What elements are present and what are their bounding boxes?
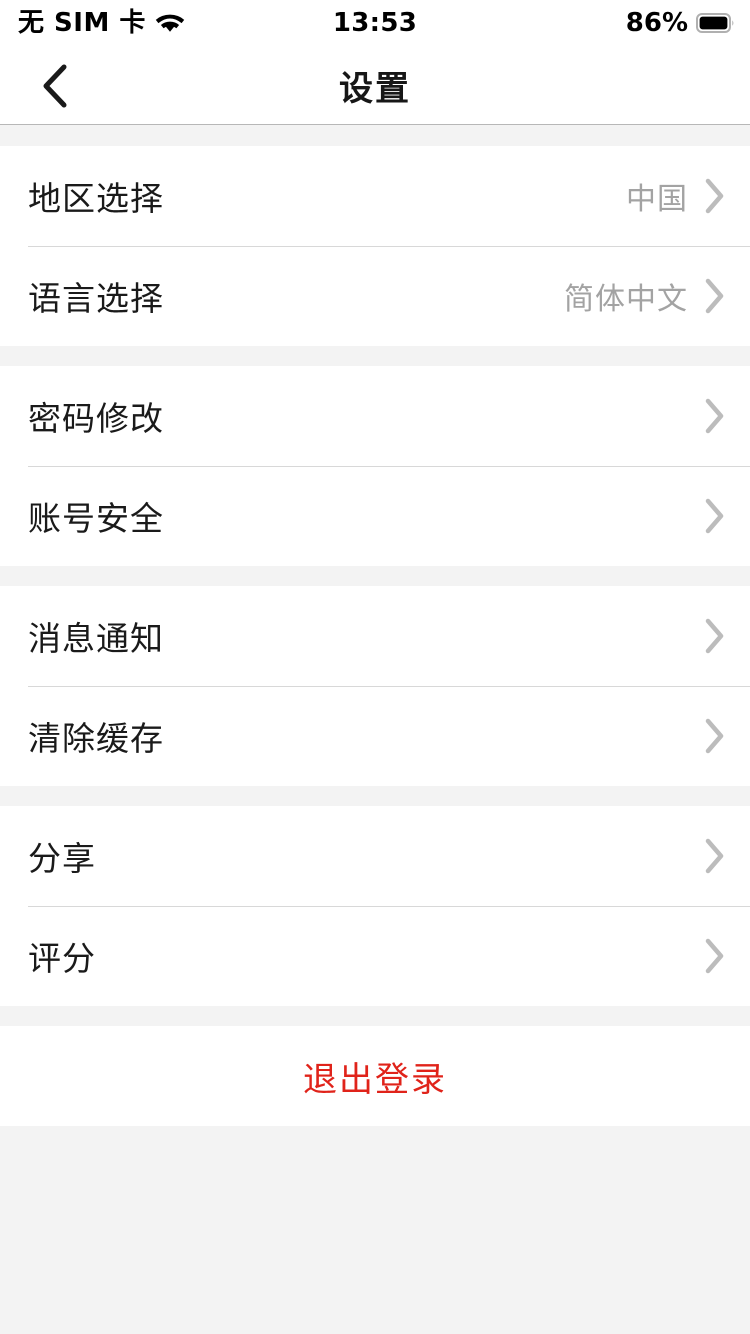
chevron-right-icon [704,837,726,875]
settings-row-change-password[interactable]: 密码修改 [0,366,750,466]
phone-screen: 无 SIM 卡 13:53 86% 设置 地区选择 中国 语言选择 简体中文 密… [0,0,750,1334]
chevron-right-icon [704,497,726,535]
clock-label: 13:53 [332,8,418,38]
group-spacer [0,1006,750,1026]
settings-group-account: 密码修改 账号安全 [0,366,750,566]
settings-row-label: 分享 [28,839,96,878]
settings-row-label: 消息通知 [28,619,164,658]
chevron-right-icon [704,937,726,975]
settings-row-label: 清除缓存 [28,719,164,758]
status-bar-right: 86% [626,0,736,46]
status-bar: 无 SIM 卡 13:53 86% [0,0,750,46]
group-spacer [0,126,750,146]
settings-row-share[interactable]: 分享 [0,806,750,906]
back-button[interactable] [0,46,110,125]
logout-label: 退出登录 [303,1059,447,1100]
chevron-right-icon [704,717,726,755]
settings-row-clear-cache[interactable]: 清除缓存 [0,686,750,786]
settings-row-label: 地区选择 [28,179,164,218]
settings-group-app: 消息通知 清除缓存 [0,586,750,786]
settings-row-value: 简体中文 [564,282,688,317]
battery-percent-label: 86% [625,8,688,38]
chevron-right-icon [704,617,726,655]
settings-row-region[interactable]: 地区选择 中国 [0,146,750,246]
settings-row-label: 账号安全 [28,499,164,538]
settings-row-notifications[interactable]: 消息通知 [0,586,750,686]
settings-row-label: 密码修改 [28,399,164,438]
logout-button[interactable]: 退出登录 [0,1026,750,1126]
group-spacer [0,786,750,806]
chevron-left-icon [40,63,70,109]
group-spacer [0,566,750,586]
settings-group-locale: 地区选择 中国 语言选择 简体中文 [0,146,750,346]
settings-group-social: 分享 评分 [0,806,750,1006]
settings-row-value: 中国 [626,182,688,217]
battery-icon [696,13,736,33]
chevron-right-icon [704,397,726,435]
settings-row-label: 评分 [28,939,96,978]
navigation-bar: 设置 [0,46,750,125]
group-spacer [0,346,750,366]
settings-row-language[interactable]: 语言选择 简体中文 [0,246,750,346]
list-footer-space [0,1126,750,1334]
chevron-right-icon [704,177,726,215]
page-title: 设置 [339,68,411,109]
settings-list[interactable]: 地区选择 中国 语言选择 简体中文 密码修改 账号安全 消息通知 清除缓存 分享… [0,126,750,1334]
settings-row-label: 语言选择 [28,279,164,318]
settings-row-account-security[interactable]: 账号安全 [0,466,750,566]
chevron-right-icon [704,277,726,315]
settings-row-rate[interactable]: 评分 [0,906,750,1006]
